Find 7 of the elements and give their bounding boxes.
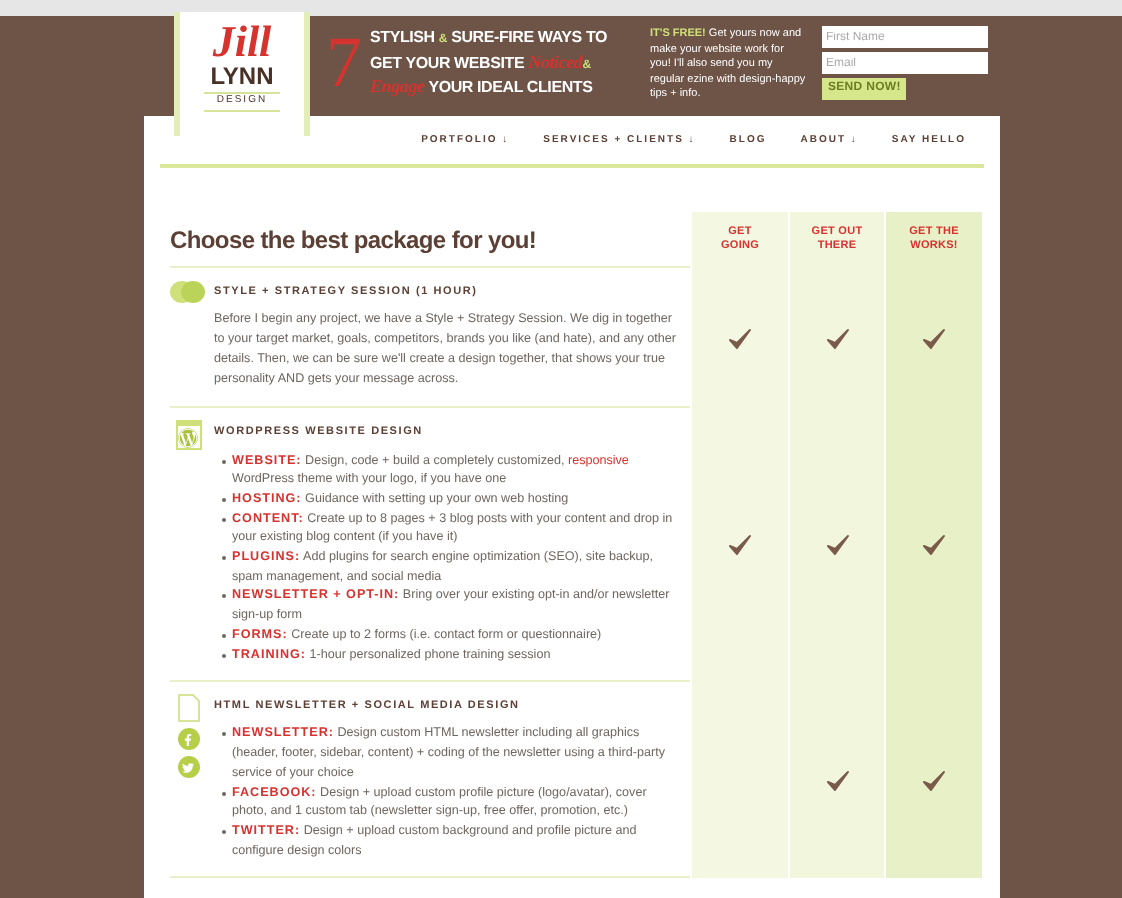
twitter-icon: [177, 756, 199, 779]
speech-bubbles-icon: [170, 280, 206, 304]
page-heading: Choose the best package for you!: [170, 223, 537, 257]
facebook-icon: [177, 728, 199, 751]
promo-number: 7: [326, 28, 362, 96]
wordpress-icon: [175, 420, 201, 451]
page-icon: [177, 694, 199, 723]
